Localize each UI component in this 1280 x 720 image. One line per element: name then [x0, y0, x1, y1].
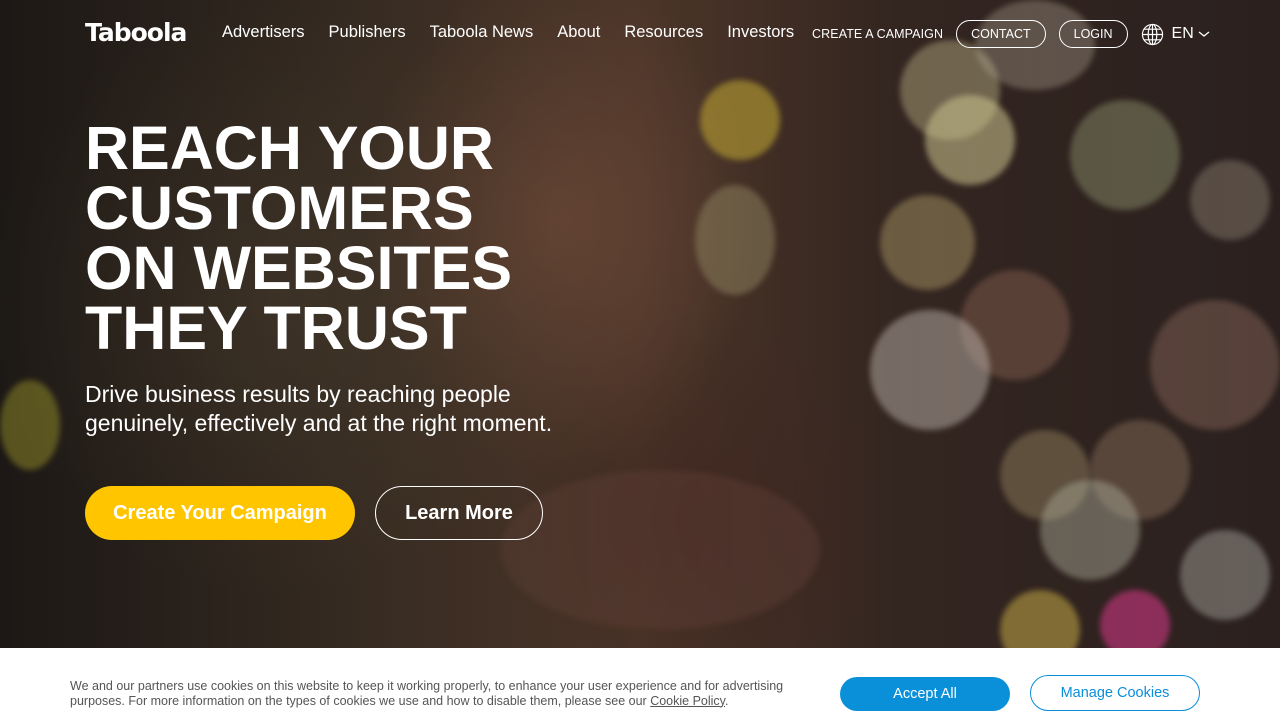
- hero-subtext: Drive business results by reaching peopl…: [85, 381, 553, 436]
- page: Taboola Advertisers Publishers Taboola N…: [0, 0, 1280, 720]
- chevron-down-icon: [1198, 31, 1210, 37]
- headline-line: CUSTOMERS: [85, 174, 474, 242]
- create-campaign-link[interactable]: CREATE A CAMPAIGN: [812, 27, 943, 41]
- globe-icon: [1141, 23, 1163, 45]
- taboola-logo[interactable]: Taboola: [85, 18, 187, 47]
- cookie-banner: We and our partners use cookies on this …: [0, 648, 1280, 720]
- main-nav: Advertisers Publishers Taboola News Abou…: [222, 23, 818, 42]
- manage-cookies-button[interactable]: Manage Cookies: [1030, 675, 1200, 711]
- language-label: EN: [1171, 25, 1194, 42]
- create-your-campaign-button[interactable]: Create Your Campaign: [85, 486, 355, 540]
- language-selector[interactable]: EN: [1141, 23, 1218, 46]
- hero-headline: REACH YOUR CUSTOMERS ON WEBSITES THEY TR…: [85, 114, 685, 362]
- header-actions: CREATE A CAMPAIGN CONTACT LOGIN EN: [812, 20, 1218, 48]
- nav-item-about[interactable]: About: [557, 23, 600, 42]
- nav-item-investors[interactable]: Investors: [727, 23, 794, 42]
- contact-button[interactable]: CONTACT: [956, 20, 1046, 48]
- headline-line: ON WEBSITES: [85, 234, 513, 302]
- site-header: Taboola Advertisers Publishers Taboola N…: [0, 0, 1280, 68]
- nav-item-publishers[interactable]: Publishers: [329, 23, 406, 42]
- learn-more-button[interactable]: Learn More: [375, 486, 543, 540]
- cookie-notice-end: .: [725, 693, 729, 708]
- nav-item-advertisers[interactable]: Advertisers: [222, 23, 305, 42]
- login-button[interactable]: LOGIN: [1058, 20, 1128, 48]
- accept-all-button[interactable]: Accept All: [840, 677, 1010, 711]
- headline-line: THEY TRUST: [85, 294, 467, 362]
- nav-item-resources[interactable]: Resources: [624, 23, 703, 42]
- cookie-notice-text: We and our partners use cookies on this …: [70, 679, 810, 708]
- headline-line: REACH YOUR: [85, 114, 494, 182]
- cookie-policy-link[interactable]: Cookie Policy: [650, 694, 725, 708]
- nav-item-taboola-news[interactable]: Taboola News: [430, 23, 534, 42]
